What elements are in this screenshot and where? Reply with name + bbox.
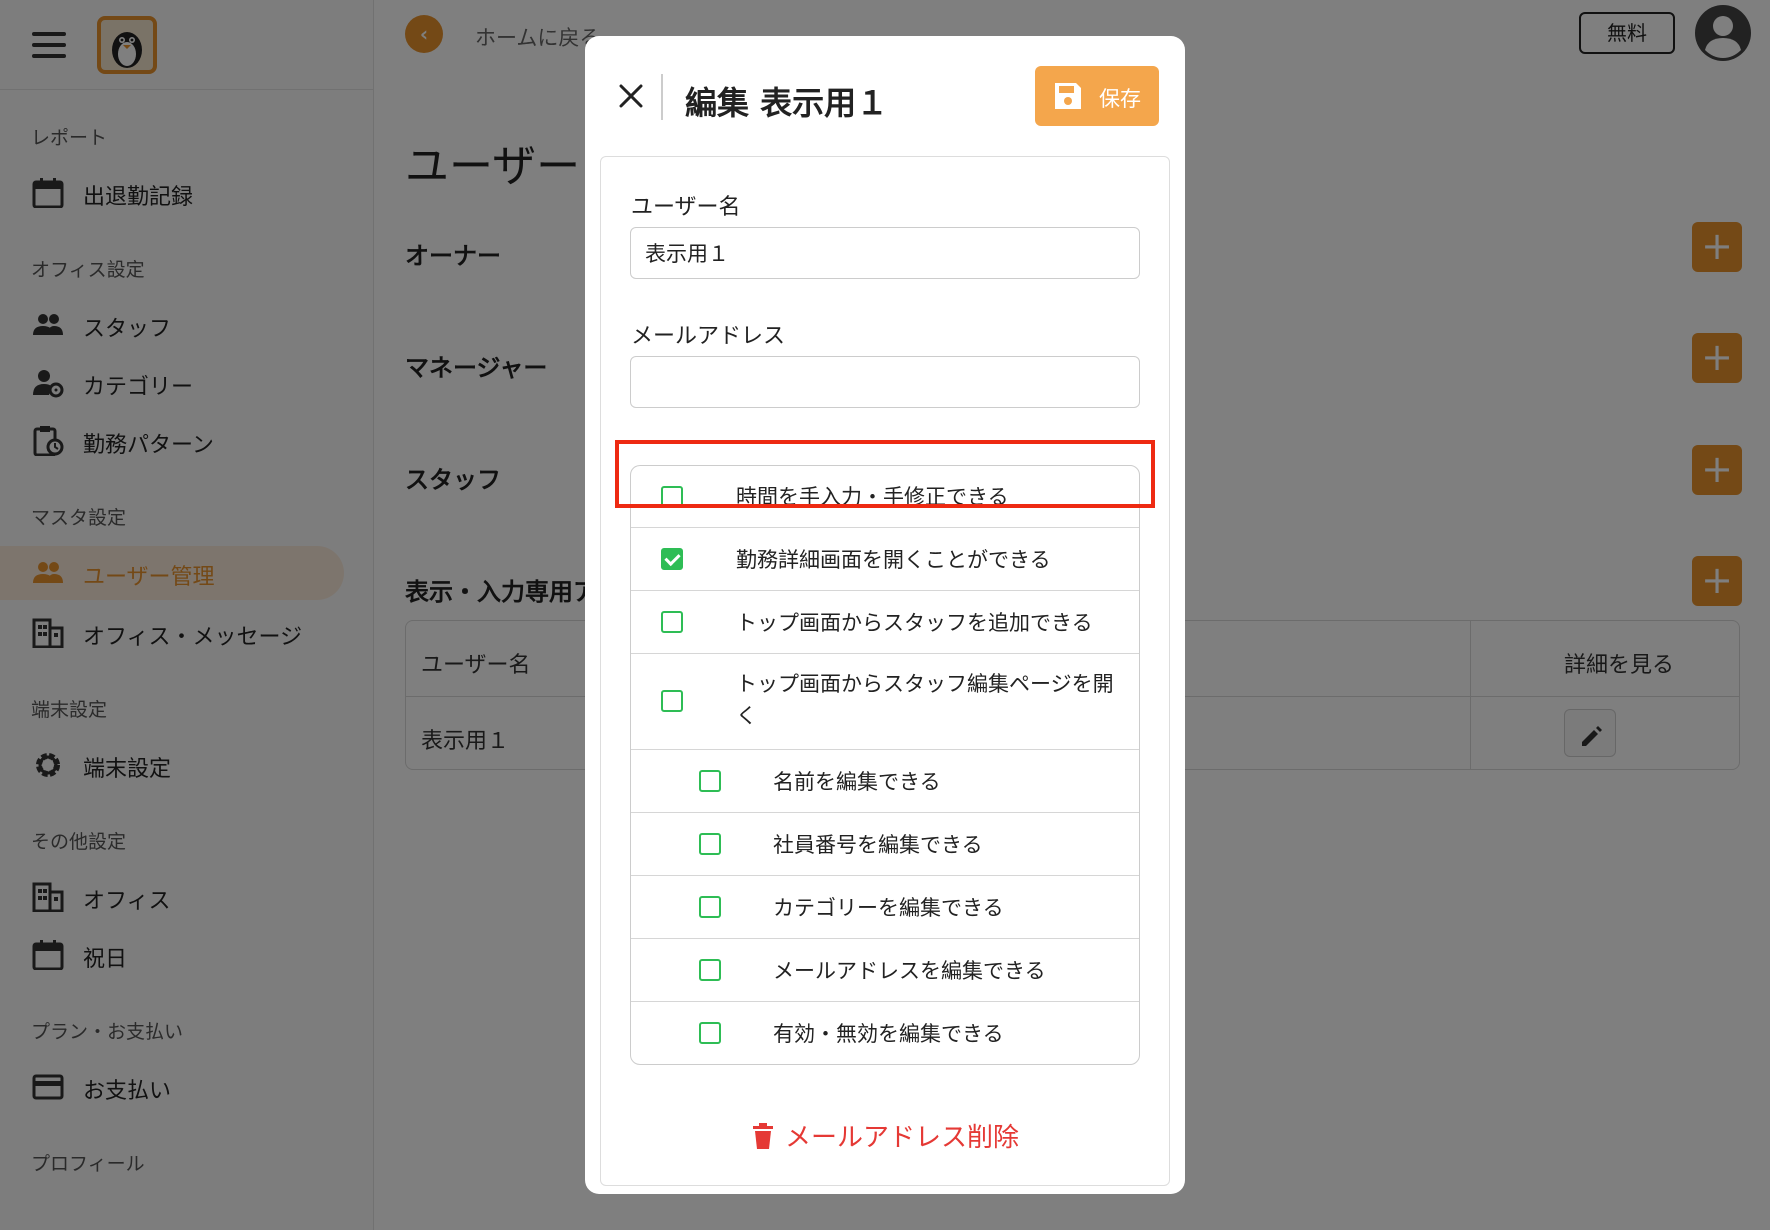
permission-row-open-staff-edit[interactable]: トップ画面からスタッフ編集ページを開く xyxy=(631,654,1139,750)
permission-label: メールアドレスを編集できる xyxy=(773,959,1046,983)
permission-row-edit-active[interactable]: 有効・無効を編集できる xyxy=(631,1002,1139,1064)
delete-email-label: メールアドレス削除 xyxy=(784,1123,1019,1153)
permission-row-add-staff[interactable]: トップ画面からスタッフを追加できる xyxy=(631,591,1139,654)
trash-icon xyxy=(752,1122,773,1149)
username-label: ユーザー名 xyxy=(631,195,741,220)
permission-row-work-detail[interactable]: 勤務詳細画面を開くことができる xyxy=(631,528,1139,591)
floppy-disk-icon xyxy=(1055,83,1081,109)
permission-label: 社員番号を編集できる xyxy=(773,833,983,857)
edit-form: ユーザー名 メールアドレス 時間を手入力・手修正できる 勤務詳細画面を開くことが… xyxy=(600,156,1170,1186)
close-icon[interactable] xyxy=(615,80,647,112)
permission-row-edit-category[interactable]: カテゴリーを編集できる xyxy=(631,876,1139,939)
permission-row-edit-employee-number[interactable]: 社員番号を編集できる xyxy=(631,813,1139,876)
permissions-list: 時間を手入力・手修正できる 勤務詳細画面を開くことができる トップ画面からスタッ… xyxy=(630,465,1140,1065)
username-field[interactable] xyxy=(630,227,1140,279)
delete-email-button[interactable]: メールアドレス削除 xyxy=(601,1117,1171,1154)
checkbox[interactable] xyxy=(661,548,683,570)
email-label: メールアドレス xyxy=(631,324,786,349)
permission-label: 勤務詳細画面を開くことができる xyxy=(736,548,1051,572)
save-button-label: 保存 xyxy=(1099,87,1141,111)
checkbox[interactable] xyxy=(699,833,721,855)
permission-label: 有効・無効を編集できる xyxy=(773,1022,1004,1046)
email-field[interactable] xyxy=(630,356,1140,408)
checkbox[interactable] xyxy=(699,1022,721,1044)
save-button[interactable]: 保存 xyxy=(1035,66,1159,126)
checkbox[interactable] xyxy=(699,770,721,792)
checkbox[interactable] xyxy=(661,690,683,712)
checkbox[interactable] xyxy=(661,611,683,633)
dialog-title: 編集 表示用１ xyxy=(685,84,889,122)
header-divider xyxy=(661,74,663,120)
permission-label: カテゴリーを編集できる xyxy=(773,896,1004,920)
checkbox[interactable] xyxy=(699,959,721,981)
permission-label: 名前を編集できる xyxy=(773,770,941,794)
permission-row-edit-email[interactable]: メールアドレスを編集できる xyxy=(631,939,1139,1002)
permission-row-edit-name[interactable]: 名前を編集できる xyxy=(631,750,1139,813)
permission-label: トップ画面からスタッフを追加できる xyxy=(736,611,1093,635)
highlight-box xyxy=(615,440,1155,508)
edit-user-dialog: 編集 表示用１ 保存 ユーザー名 メールアドレス 時間を手入力・手修正できる 勤… xyxy=(585,36,1185,1194)
checkbox[interactable] xyxy=(699,896,721,918)
permission-label: トップ画面からスタッフ編集ページを開く xyxy=(736,672,1114,728)
